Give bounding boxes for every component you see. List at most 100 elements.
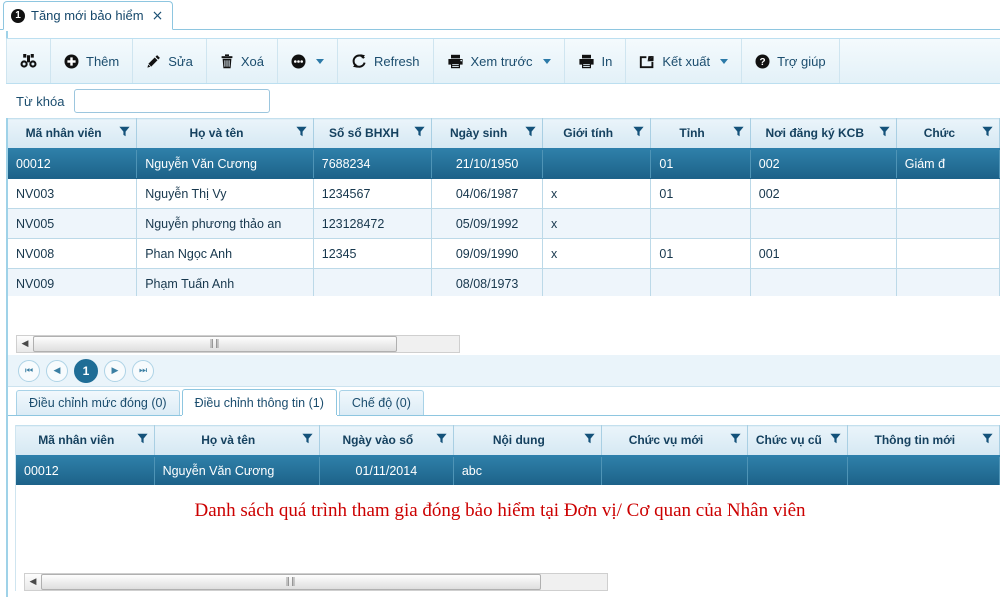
table-cell: [896, 238, 1000, 269]
page-next-button[interactable]: ▶: [104, 359, 126, 382]
column-header-5[interactable]: Giới tính: [542, 118, 652, 150]
filter-funnel-icon[interactable]: [436, 433, 447, 447]
close-icon[interactable]: ×: [152, 8, 164, 24]
filter-funnel-icon[interactable]: [733, 126, 744, 140]
filter-funnel-icon[interactable]: [982, 126, 993, 140]
refresh-button[interactable]: Refresh: [338, 39, 434, 83]
column-header-label: Giới tính: [563, 126, 614, 141]
page-first-button[interactable]: ⏮: [18, 359, 40, 382]
table-cell: 7688234: [313, 148, 433, 179]
print-button[interactable]: In: [565, 39, 627, 83]
scroll-left-icon[interactable]: ◀: [17, 336, 33, 352]
help-button[interactable]: ? Trợ giúp: [742, 39, 840, 83]
edit-button[interactable]: Sửa: [133, 39, 207, 83]
filter-funnel-icon[interactable]: [525, 126, 536, 140]
table-row[interactable]: 00012 Nguyễn Văn Cương 01/11/2014 abc: [16, 455, 1000, 485]
adjustment-grid-hscrollbar[interactable]: ◀ ‖‖: [24, 573, 608, 591]
export-button[interactable]: Kết xuất: [626, 39, 743, 83]
page-number-1[interactable]: 1: [74, 358, 98, 383]
detail-tab-label: Điều chỉnh mức đóng (0): [29, 396, 167, 410]
table-row[interactable]: NV005 Nguyễn phương thảo an 123128472 05/09…: [8, 208, 1000, 239]
add-button[interactable]: Thêm: [51, 39, 134, 83]
find-button[interactable]: [6, 39, 51, 83]
table-cell: 01: [650, 148, 751, 179]
table-row[interactable]: 00012 Nguyễn Văn Cương 7688234 21/10/1950 01…: [8, 148, 1000, 179]
filter-funnel-icon[interactable]: [633, 126, 645, 140]
column-header-label: Nội dung: [492, 433, 545, 448]
print-button-label: In: [601, 53, 613, 69]
column-header-4[interactable]: Nội dung: [453, 425, 602, 457]
column-header-3[interactable]: Số sổ BHXH: [313, 118, 433, 150]
table-cell: [847, 455, 1000, 485]
search-label: Từ khóa: [16, 93, 65, 109]
detail-tabs: Điều chỉnh mức đóng (0) Điều chỉnh thông …: [8, 389, 1000, 416]
table-header-row: Mã nhân viên Họ và tên Ngày vào sổ Nội dung…: [16, 425, 1000, 457]
svg-text:?: ?: [760, 57, 766, 68]
column-header-label: Mã nhân viên: [38, 433, 115, 448]
page-last-button[interactable]: ⏭: [132, 359, 154, 382]
table-cell: 123128472: [313, 208, 433, 239]
filter-funnel-icon[interactable]: [829, 433, 841, 447]
column-header-6[interactable]: Tỉnh: [650, 118, 751, 150]
scroll-left-icon[interactable]: ◀: [25, 574, 41, 590]
tab-tang-moi-bao-hiem[interactable]: 1 Tăng mới bảo hiểm ×: [3, 1, 174, 30]
detail-tab-label: Điều chỉnh thông tin (1): [194, 395, 324, 410]
scrollbar-thumb[interactable]: ‖‖: [41, 574, 541, 590]
column-header-6[interactable]: Chức vụ cũ: [747, 425, 848, 457]
column-header-5[interactable]: Chức vụ mới: [601, 425, 749, 457]
column-header-label: Chức: [923, 126, 956, 141]
filter-funnel-icon[interactable]: [119, 126, 130, 140]
chevron-down-icon[interactable]: [315, 58, 324, 64]
table-cell: [601, 455, 749, 485]
column-header-label: Họ và tên: [189, 126, 244, 141]
search-bar: Từ khóa: [6, 84, 1000, 118]
filter-funnel-icon[interactable]: [982, 433, 993, 447]
filter-funnel-icon[interactable]: [584, 433, 595, 447]
chevron-down-icon[interactable]: [542, 58, 551, 64]
filter-funnel-icon[interactable]: [879, 126, 890, 140]
grip-icon: ‖‖: [285, 577, 297, 587]
filter-funnel-icon[interactable]: [296, 126, 307, 140]
table-row[interactable]: NV003 Nguyễn Thị Vy 1234567 04/06/1987 x 01 00…: [8, 178, 1000, 209]
column-header-3[interactable]: Ngày vào sổ: [319, 425, 454, 457]
table-row[interactable]: NV008 Phan Ngọc Anh 12345 09/09/1990 x 01 001: [8, 238, 1000, 269]
hscrollbar[interactable]: ◀ ‖‖: [24, 573, 608, 591]
filter-funnel-icon[interactable]: [136, 433, 148, 447]
column-header-7[interactable]: Nơi đăng ký KCB: [750, 118, 897, 150]
search-input[interactable]: [74, 89, 271, 113]
column-header-7[interactable]: Thông tin mới: [847, 425, 1000, 457]
table-cell: 00012: [16, 455, 155, 485]
export-button-label: Kết xuất: [662, 53, 711, 69]
filter-funnel-icon[interactable]: [730, 433, 741, 447]
table-row[interactable]: NV009 Phạm Tuấn Anh 08/08/1973: [8, 268, 1000, 296]
edit-button-label: Sửa: [168, 53, 193, 69]
detail-tab-2[interactable]: Điều chỉnh thông tin (1): [181, 389, 337, 415]
filter-funnel-icon[interactable]: [302, 433, 313, 447]
detail-tab-3[interactable]: Chế độ (0): [338, 390, 424, 415]
chevron-down-icon[interactable]: [720, 58, 729, 64]
column-header-8[interactable]: Chức: [896, 118, 1000, 150]
scrollbar-thumb[interactable]: ‖‖: [33, 336, 397, 352]
column-header-1[interactable]: Mã nhân viên: [16, 425, 155, 457]
filter-funnel-icon[interactable]: [414, 126, 425, 140]
detail-tab-1[interactable]: Điều chỉnh mức đóng (0): [16, 390, 180, 415]
column-header-1[interactable]: Mã nhân viên: [8, 118, 138, 150]
delete-button[interactable]: Xoá: [207, 39, 278, 83]
hscrollbar[interactable]: ◀ ‖‖: [16, 335, 460, 353]
more-dots-icon: [291, 54, 306, 69]
column-header-2[interactable]: Họ và tên: [136, 118, 314, 150]
column-header-label: Chức vụ mới: [628, 433, 704, 448]
table-cell: x: [542, 208, 652, 239]
table-header-row: Mã nhân viên Họ và tên Số sổ BHXH Ngày sinh…: [8, 118, 1000, 150]
employee-grid-hscrollbar[interactable]: ◀ ‖‖: [16, 335, 460, 353]
column-header-4[interactable]: Ngày sinh: [431, 118, 543, 150]
table-cell: x: [542, 238, 652, 269]
column-header-2[interactable]: Họ và tên: [154, 425, 320, 457]
table-cell: Phạm Tuấn Anh: [136, 268, 314, 296]
page-prev-button[interactable]: ◀: [46, 359, 68, 382]
more-button[interactable]: [278, 39, 338, 83]
question-circle-icon: ?: [755, 54, 770, 69]
table-cell: Giám đ: [896, 148, 1000, 179]
preview-button[interactable]: Xem trước: [434, 39, 565, 83]
column-header-label: Số sổ BHXH: [329, 126, 400, 141]
